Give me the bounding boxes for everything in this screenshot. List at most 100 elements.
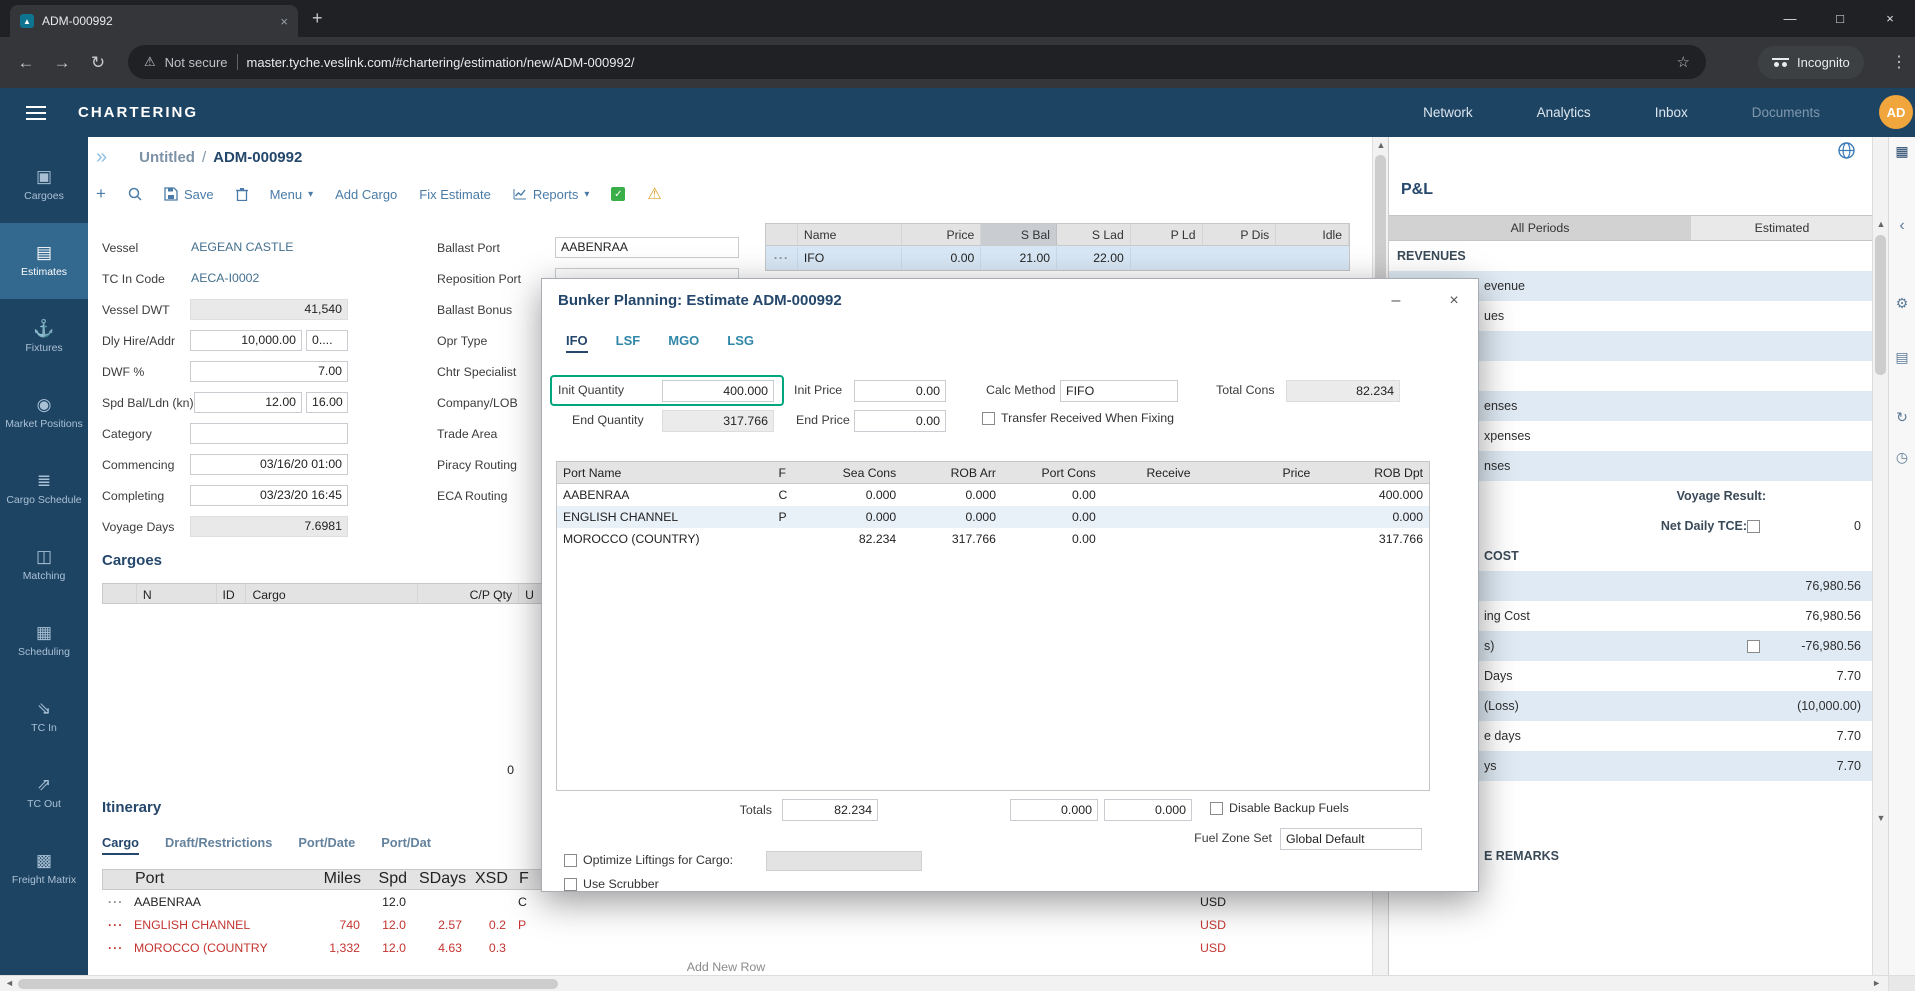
bunker-col-rob-arr[interactable]: ROB Arr [902,462,1002,483]
pnl-scrollbar[interactable]: ▲ ▼ [1872,137,1888,975]
itinerary-tab-port-date[interactable]: Port/Date [298,835,355,855]
completing-field[interactable]: 03/23/20 16:45 [190,485,348,506]
refresh-icon[interactable]: ↻ [1889,409,1915,426]
commencing-field[interactable]: 03/16/20 01:00 [190,454,348,475]
dwf-field[interactable]: 7.00 [190,361,348,382]
sidebar-item-matching[interactable]: ◫Matching [0,527,88,603]
transfer-received-checkbox[interactable] [982,412,995,425]
sidebar-item-tc-in[interactable]: ⇘TC In [0,679,88,755]
dly-hire-addr-field[interactable]: 10,000.00 [190,330,302,351]
cargoes-col-id[interactable]: ID [217,584,247,603]
clock-icon[interactable]: ◷ [1889,449,1915,466]
bunker-col-port-name[interactable]: Port Name [557,462,772,483]
bunker-col-receive[interactable]: Receive [1102,462,1197,483]
table-grid-icon[interactable]: ▦ [1889,143,1915,160]
fuel-grid-row[interactable]: ···IFO0.0021.0022.00 [766,246,1349,270]
itinerary-col-port[interactable]: Port [129,870,293,889]
dialog-close-icon[interactable]: × [1442,289,1466,313]
itinerary-col-sdays[interactable]: SDays [413,870,469,889]
itinerary-col-xsd[interactable]: XSD [469,870,513,889]
itinerary-row[interactable]: ···ENGLISH CHANNEL74012.02.570.2PUSD [102,913,1350,936]
sidebar-item-cargo-schedule[interactable]: ≣Cargo Schedule [0,451,88,527]
bookmark-star-icon[interactable]: ☆ [1677,53,1690,71]
row-menu-icon[interactable]: ··· [102,941,128,955]
calc-method-field[interactable]: FIFO [1060,380,1178,402]
avatar[interactable]: AD [1879,95,1913,129]
nav-analytics[interactable]: Analytics [1537,105,1591,120]
add-new-row-button[interactable]: Add New Row [102,960,1350,974]
dialog-minimize-button[interactable]: – [1384,289,1408,313]
delete-icon[interactable] [236,187,248,201]
spd-bal-ldn-kn-field[interactable]: 12.00 [194,392,302,413]
bunker-col-sea-cons[interactable]: Sea Cons [812,462,902,483]
scroll-up-icon[interactable]: ▲ [1373,140,1389,150]
document-icon[interactable]: ▤ [1889,349,1915,366]
sidebar-item-estimates[interactable]: ▤Estimates [0,223,88,299]
reload-button[interactable]: ↻ [80,53,116,73]
use-scrubber-checkbox[interactable] [564,878,577,891]
fuel-grid-col-price[interactable]: Price [902,224,982,245]
cargoes-col-n[interactable]: N [137,584,217,603]
itinerary-col-f[interactable]: F [513,870,543,889]
end-price-field[interactable]: 0.00 [854,410,946,432]
fuel-grid-col-idle[interactable]: Idle [1276,224,1349,245]
cargoes-col-cargo[interactable]: Cargo [246,584,417,603]
fix-estimate-button[interactable]: Fix Estimate [419,187,491,202]
tab-mgo[interactable]: MGO [668,333,699,353]
optimize-liftings-checkbox[interactable] [564,854,577,867]
hamburger-menu-icon[interactable] [26,106,46,120]
bunker-col-price[interactable]: Price [1197,462,1317,483]
vessel-field[interactable]: AEGEAN CASTLE [190,237,348,258]
fuel-grid-col-p-ld[interactable]: P Ld [1131,224,1203,245]
pnl-col-all-periods[interactable]: All Periods [1389,216,1691,240]
itinerary-tab-draft-restrictions[interactable]: Draft/Restrictions [165,835,272,855]
sidebar-item-market-positions[interactable]: ◉Market Positions [0,375,88,451]
scroll-down-icon[interactable]: ▼ [1873,813,1889,823]
ballast-port-field[interactable]: AABENRAA [555,237,739,258]
window-close-button[interactable]: × [1865,0,1915,37]
horizontal-scrollbar[interactable]: ◄ ► [0,975,1915,991]
address-bar[interactable]: ⚠ Not secure master.tyche.veslink.com/#c… [128,45,1706,79]
scroll-left-icon[interactable]: ◄ [5,978,14,988]
fuel-zone-set-field[interactable]: Global Default [1280,828,1422,850]
settings-gear-icon[interactable]: ⚙ [1889,295,1915,312]
warning-icon[interactable]: ⚠ [647,184,661,204]
itinerary-row[interactable]: ···AABENRAA12.0CUSD [102,890,1350,913]
nav-documents[interactable]: Documents [1752,105,1820,120]
bunker-col-rob-dpt[interactable]: ROB Dpt [1316,462,1429,483]
itinerary-col-spd[interactable]: Spd [367,870,413,889]
bunker-row[interactable]: ENGLISH CHANNELP0.0000.0000.000.000 [557,506,1429,528]
collapse-chevron-icon[interactable]: ‹ [1889,217,1915,235]
sidebar-item-freight-matrix[interactable]: ▩Freight Matrix [0,831,88,907]
sidebar-item-scheduling[interactable]: ▦Scheduling [0,603,88,679]
row-menu-icon[interactable]: ··· [102,895,128,909]
spd-bal-ldn-kn-field-2[interactable]: 16.00 [306,392,348,413]
add-icon[interactable]: + [96,184,106,204]
save-button[interactable]: Save [164,187,214,202]
tab-close-icon[interactable]: × [280,14,288,29]
optimize-liftings-input[interactable] [766,851,922,871]
category-field[interactable] [190,423,348,444]
bunker-col-f[interactable]: F [772,462,812,483]
sidebar-item-cargoes[interactable]: ▣Cargoes [0,147,88,223]
reports-button[interactable]: Reports▾ [513,187,590,202]
pnl-checkbox[interactable] [1747,640,1760,653]
search-icon[interactable] [128,187,142,201]
scroll-up-icon[interactable]: ▲ [1873,219,1889,229]
add-cargo-button[interactable]: Add Cargo [335,187,397,202]
sidebar-item-tc-out[interactable]: ⇗TC Out [0,755,88,831]
itinerary-col-miles[interactable]: Miles [293,870,367,889]
dly-hire-addr-field-2[interactable]: 0.... [306,330,348,351]
tab-lsf[interactable]: LSF [616,333,641,353]
row-menu-icon[interactable]: ··· [766,247,798,269]
sidebar-item-fixtures[interactable]: ⚓Fixtures [0,299,88,375]
browser-menu-icon[interactable]: ⋮ [1891,52,1907,72]
bunker-col-port-cons[interactable]: Port Cons [1002,462,1102,483]
pnl-col-estimated[interactable]: Estimated [1691,216,1873,240]
new-tab-button[interactable]: + [312,8,323,29]
init-price-field[interactable]: 0.00 [854,380,946,402]
horizontal-scrollbar-thumb[interactable] [18,979,558,989]
itinerary-row[interactable]: ···MOROCCO (COUNTRY1,33212.04.630.3USD [102,936,1350,959]
fuel-grid-col-s-lad[interactable]: S Lad [1057,224,1131,245]
tab-lsg[interactable]: LSG [727,333,754,353]
